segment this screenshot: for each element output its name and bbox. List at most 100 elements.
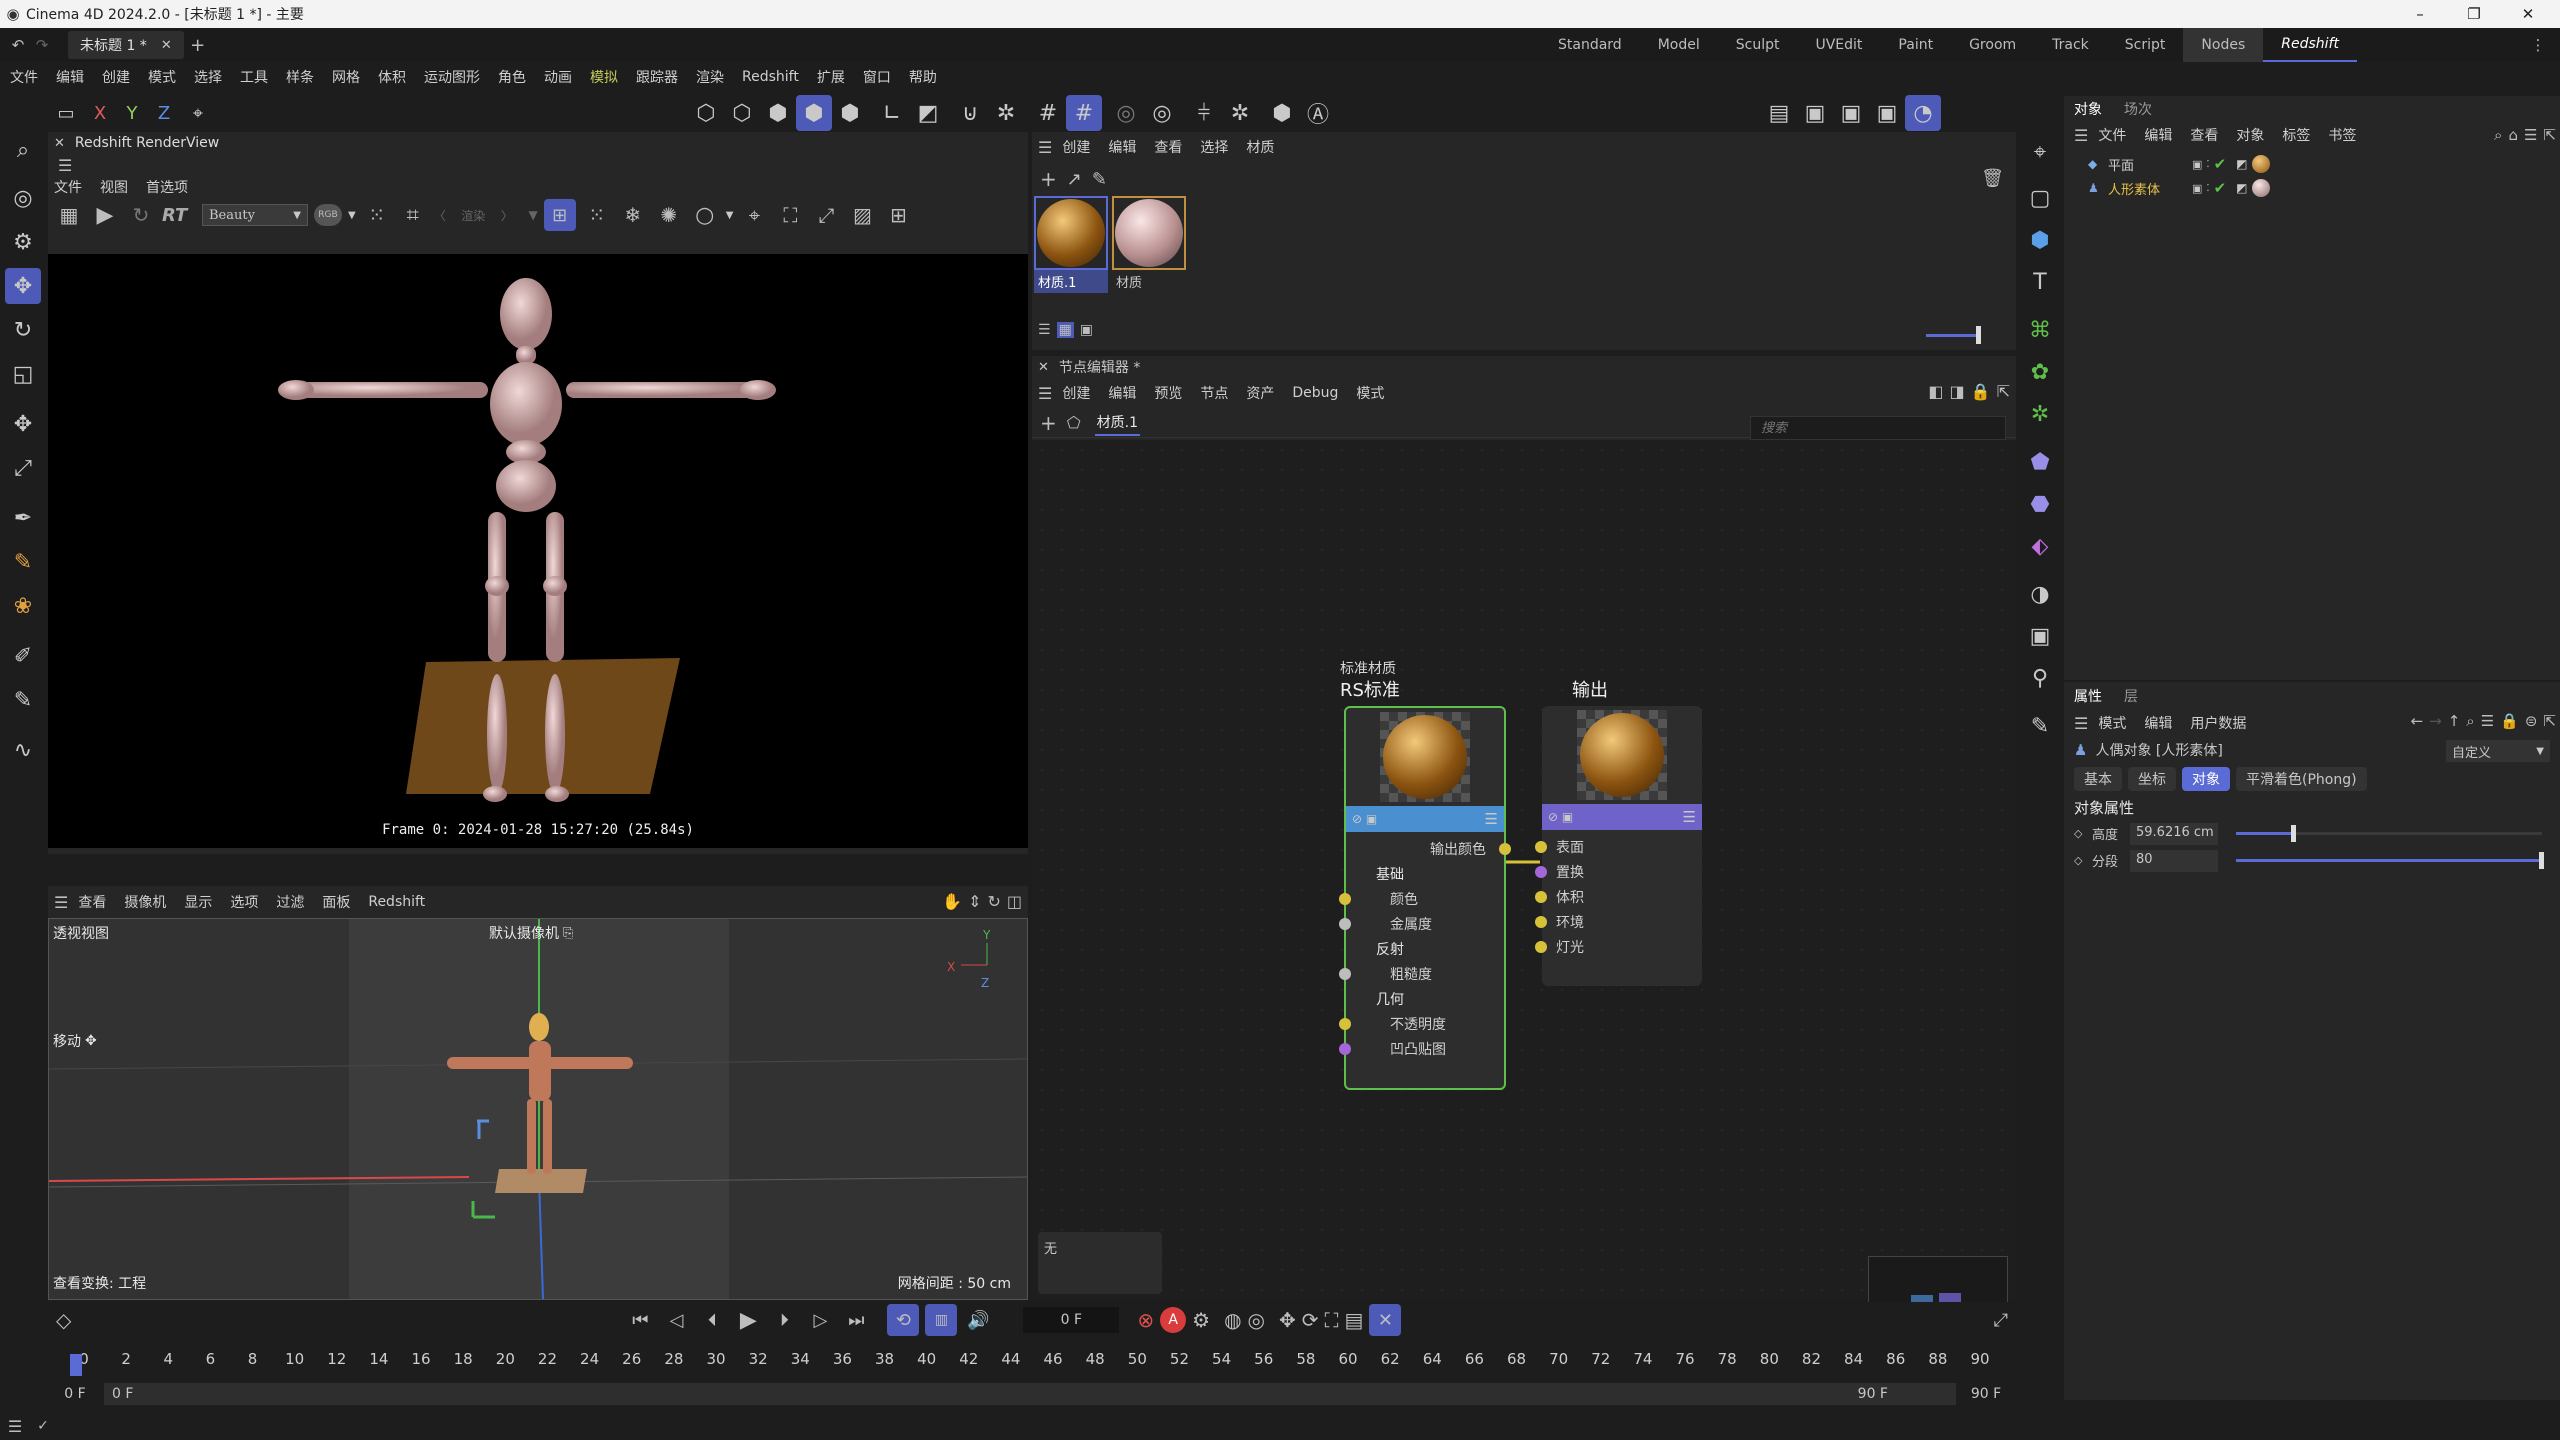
aov-select[interactable]: Beauty ▼ — [202, 204, 308, 226]
node-hamburger-icon[interactable]: ☰ — [1038, 384, 1052, 403]
orbit-icon[interactable]: ↻ — [987, 892, 1000, 911]
object-popout-icon[interactable]: ⇱ — [2543, 126, 2556, 144]
snapshot-icon[interactable]: ▦ — [54, 203, 84, 227]
phong-tag-icon[interactable]: ◩ — [2236, 157, 2247, 171]
zoom-fit-icon[interactable]: ⤢ — [811, 203, 841, 227]
magnet-icon[interactable]: ⊍ — [952, 95, 988, 131]
layout-tab-paint[interactable]: Paint — [1880, 28, 1951, 62]
viewport-name[interactable]: 透视视图 — [53, 923, 109, 943]
output-input-port[interactable]: 置换 — [1535, 859, 1702, 884]
attr-subtab-3[interactable]: 平滑着色(Phong) — [2236, 767, 2367, 791]
keyframe-diamond-icon[interactable]: ◇ — [2074, 854, 2092, 867]
scale-points-icon[interactable]: ⤢ — [5, 450, 41, 486]
live-selection-icon[interactable]: ⚙ — [5, 224, 41, 260]
viewport-canvas[interactable]: Y X Z 透视视图 默认摄像机 ⎘ 移动 ✥ 查看变换: 工程 网格间距 : 50… — [48, 918, 1028, 1300]
axis-z-button[interactable]: Z — [148, 95, 180, 131]
mm-menu-3[interactable]: 选择 — [1200, 137, 1228, 157]
tab-material-1[interactable]: 材质.1 — [1094, 410, 1141, 436]
axis-x-button[interactable]: X — [84, 95, 116, 131]
attr-settings-icon[interactable]: ⊜ — [2525, 712, 2538, 730]
add-tab-icon[interactable]: + — [184, 35, 212, 56]
input-port[interactable]: 粗糙度 — [1339, 961, 1504, 986]
record-icon[interactable]: ⊗ — [1137, 1308, 1154, 1332]
coordinate-icon[interactable]: ▭ — [48, 95, 84, 131]
text-tool-icon[interactable]: T — [2022, 264, 2058, 300]
menu-12[interactable]: 模拟 — [590, 67, 618, 87]
bokeh-icon[interactable]: ✺ — [654, 203, 684, 227]
redshift-icon[interactable]: Ⓐ — [1300, 95, 1336, 131]
vp-menu-6[interactable]: Redshift — [368, 894, 425, 910]
attr-tab-1[interactable]: 层 — [2124, 686, 2138, 706]
enabled-check-icon[interactable]: ✔ — [2214, 179, 2227, 197]
output-color-port[interactable]: 输出颜色 — [1430, 839, 1486, 859]
input-port[interactable]: 金属度 — [1339, 911, 1504, 936]
obj-menu-5[interactable]: 书签 — [2328, 125, 2356, 145]
crop-icon[interactable]: ⌗ — [398, 203, 428, 228]
light-icon[interactable]: ⚲ — [2022, 660, 2058, 696]
attr-hamburger-icon[interactable]: ☰ — [2074, 714, 2088, 733]
layout-tab-groom[interactable]: Groom — [1951, 28, 2034, 62]
focus-icon[interactable]: ⌖ — [739, 203, 769, 227]
close-button[interactable]: ✕ — [2508, 0, 2548, 28]
key-rotation-icon[interactable]: ◎ — [1248, 1308, 1265, 1332]
vp-menu-5[interactable]: 面板 — [322, 892, 350, 912]
pan-icon[interactable]: ✋ — [942, 892, 962, 911]
eyedropper-icon[interactable]: ✎ — [1092, 169, 1107, 190]
lock-render-icon[interactable]: ⊞ — [543, 199, 576, 231]
menu-4[interactable]: 选择 — [194, 67, 222, 87]
start-frame-field[interactable]: 0 F — [46, 1386, 104, 1402]
paint-brush-icon[interactable]: ✐ — [5, 638, 41, 674]
attr-tab-0[interactable]: 属性 — [2074, 686, 2102, 706]
home-icon[interactable]: ⌂ — [2508, 126, 2518, 144]
range-slider[interactable]: 0 F 90 F — [104, 1383, 1956, 1405]
add-snapshot-icon[interactable]: ⊞ — [883, 203, 913, 227]
polygons-mode-icon[interactable]: ⬢ — [760, 95, 796, 131]
rv-menu-0[interactable]: 文件 — [54, 177, 82, 197]
layout-tab-track[interactable]: Track — [2034, 28, 2107, 62]
keyframe-diamond-icon[interactable]: ◇ — [2074, 827, 2092, 840]
enabled-check-icon[interactable]: ✔ — [2214, 155, 2227, 173]
layout-tab-standard[interactable]: Standard — [1540, 28, 1640, 62]
material-hamburger-icon[interactable]: ☰ — [1038, 138, 1052, 157]
minimize-button[interactable]: – — [2400, 0, 2440, 28]
close-node-editor-icon[interactable]: ✕ — [1038, 360, 1049, 375]
target-icon[interactable]: ◎ — [1144, 95, 1180, 131]
attr-field-slider[interactable] — [2236, 825, 2542, 842]
object-hamburger-icon[interactable]: ☰ — [2074, 126, 2088, 145]
goto-start-icon[interactable]: ⏮ — [625, 1310, 655, 1331]
object-search-icon[interactable]: ⌕ — [2494, 126, 2502, 144]
timeline-graph-icon[interactable]: ⤢ — [1994, 1310, 2008, 1331]
keyframe-settings-icon[interactable]: ⚙ — [1192, 1308, 1210, 1332]
add-material-icon[interactable]: + — [1040, 167, 1057, 191]
key-scale-icon[interactable]: ✥ — [1279, 1308, 1296, 1332]
cloner-icon[interactable]: ✿ — [2022, 354, 2058, 390]
attr-menu-2[interactable]: 用户数据 — [2190, 713, 2246, 733]
ne-menu-3[interactable]: 节点 — [1200, 383, 1228, 403]
save-image-icon[interactable]: ▨ — [847, 203, 877, 227]
vp-menu-3[interactable]: 选项 — [230, 892, 258, 912]
grid-snap-icon[interactable]: # — [1030, 95, 1066, 131]
next-frame-icon[interactable]: ⏵ — [769, 1310, 799, 1331]
menu-1[interactable]: 编辑 — [56, 67, 84, 87]
input-port[interactable]: 不透明度 — [1339, 1011, 1504, 1036]
menu-10[interactable]: 角色 — [498, 67, 526, 87]
attr-field-input[interactable]: 59.6216 cm — [2130, 822, 2218, 845]
snowflake-icon[interactable]: ❄ — [618, 203, 648, 227]
sculpt-brush-icon[interactable]: ✎ — [5, 682, 41, 718]
obj-menu-0[interactable]: 文件 — [2098, 125, 2126, 145]
attr-subtab-2[interactable]: 对象 — [2182, 767, 2230, 791]
render-settings-icon[interactable]: ⬢ — [1264, 95, 1300, 131]
search-icon[interactable]: ⌕ — [5, 132, 41, 168]
std-node-menu-icon[interactable]: ☰ — [1485, 810, 1498, 828]
tag-edit-icon[interactable]: ✎ — [2022, 708, 2058, 744]
play-icon[interactable]: ▶ — [733, 1308, 763, 1333]
panel-left-icon[interactable]: ◧ — [1928, 382, 1943, 401]
menu-3[interactable]: 模式 — [148, 67, 176, 87]
menu-0[interactable]: 文件 — [10, 67, 38, 87]
sound-icon[interactable]: 🔊 — [963, 1310, 993, 1331]
node-canvas[interactable]: 标准材质 RS标准 ⊘ ▣ ☰ 输出颜色 基础 颜色 金属度 反射 粗糙度 几何 不透明度 凹凸… — [1032, 440, 2016, 1380]
timeline-ruler[interactable]: 0 2 4 6 8 10 12 14 16 18 20 22 24 26 28 30 32 34 36 38 40 42 4… — [76, 1350, 2022, 1372]
arrow-tool-icon[interactable]: ↗ — [1067, 169, 1082, 190]
maximize-button[interactable]: ❐ — [2454, 0, 2494, 28]
vp-menu-2[interactable]: 显示 — [184, 892, 212, 912]
